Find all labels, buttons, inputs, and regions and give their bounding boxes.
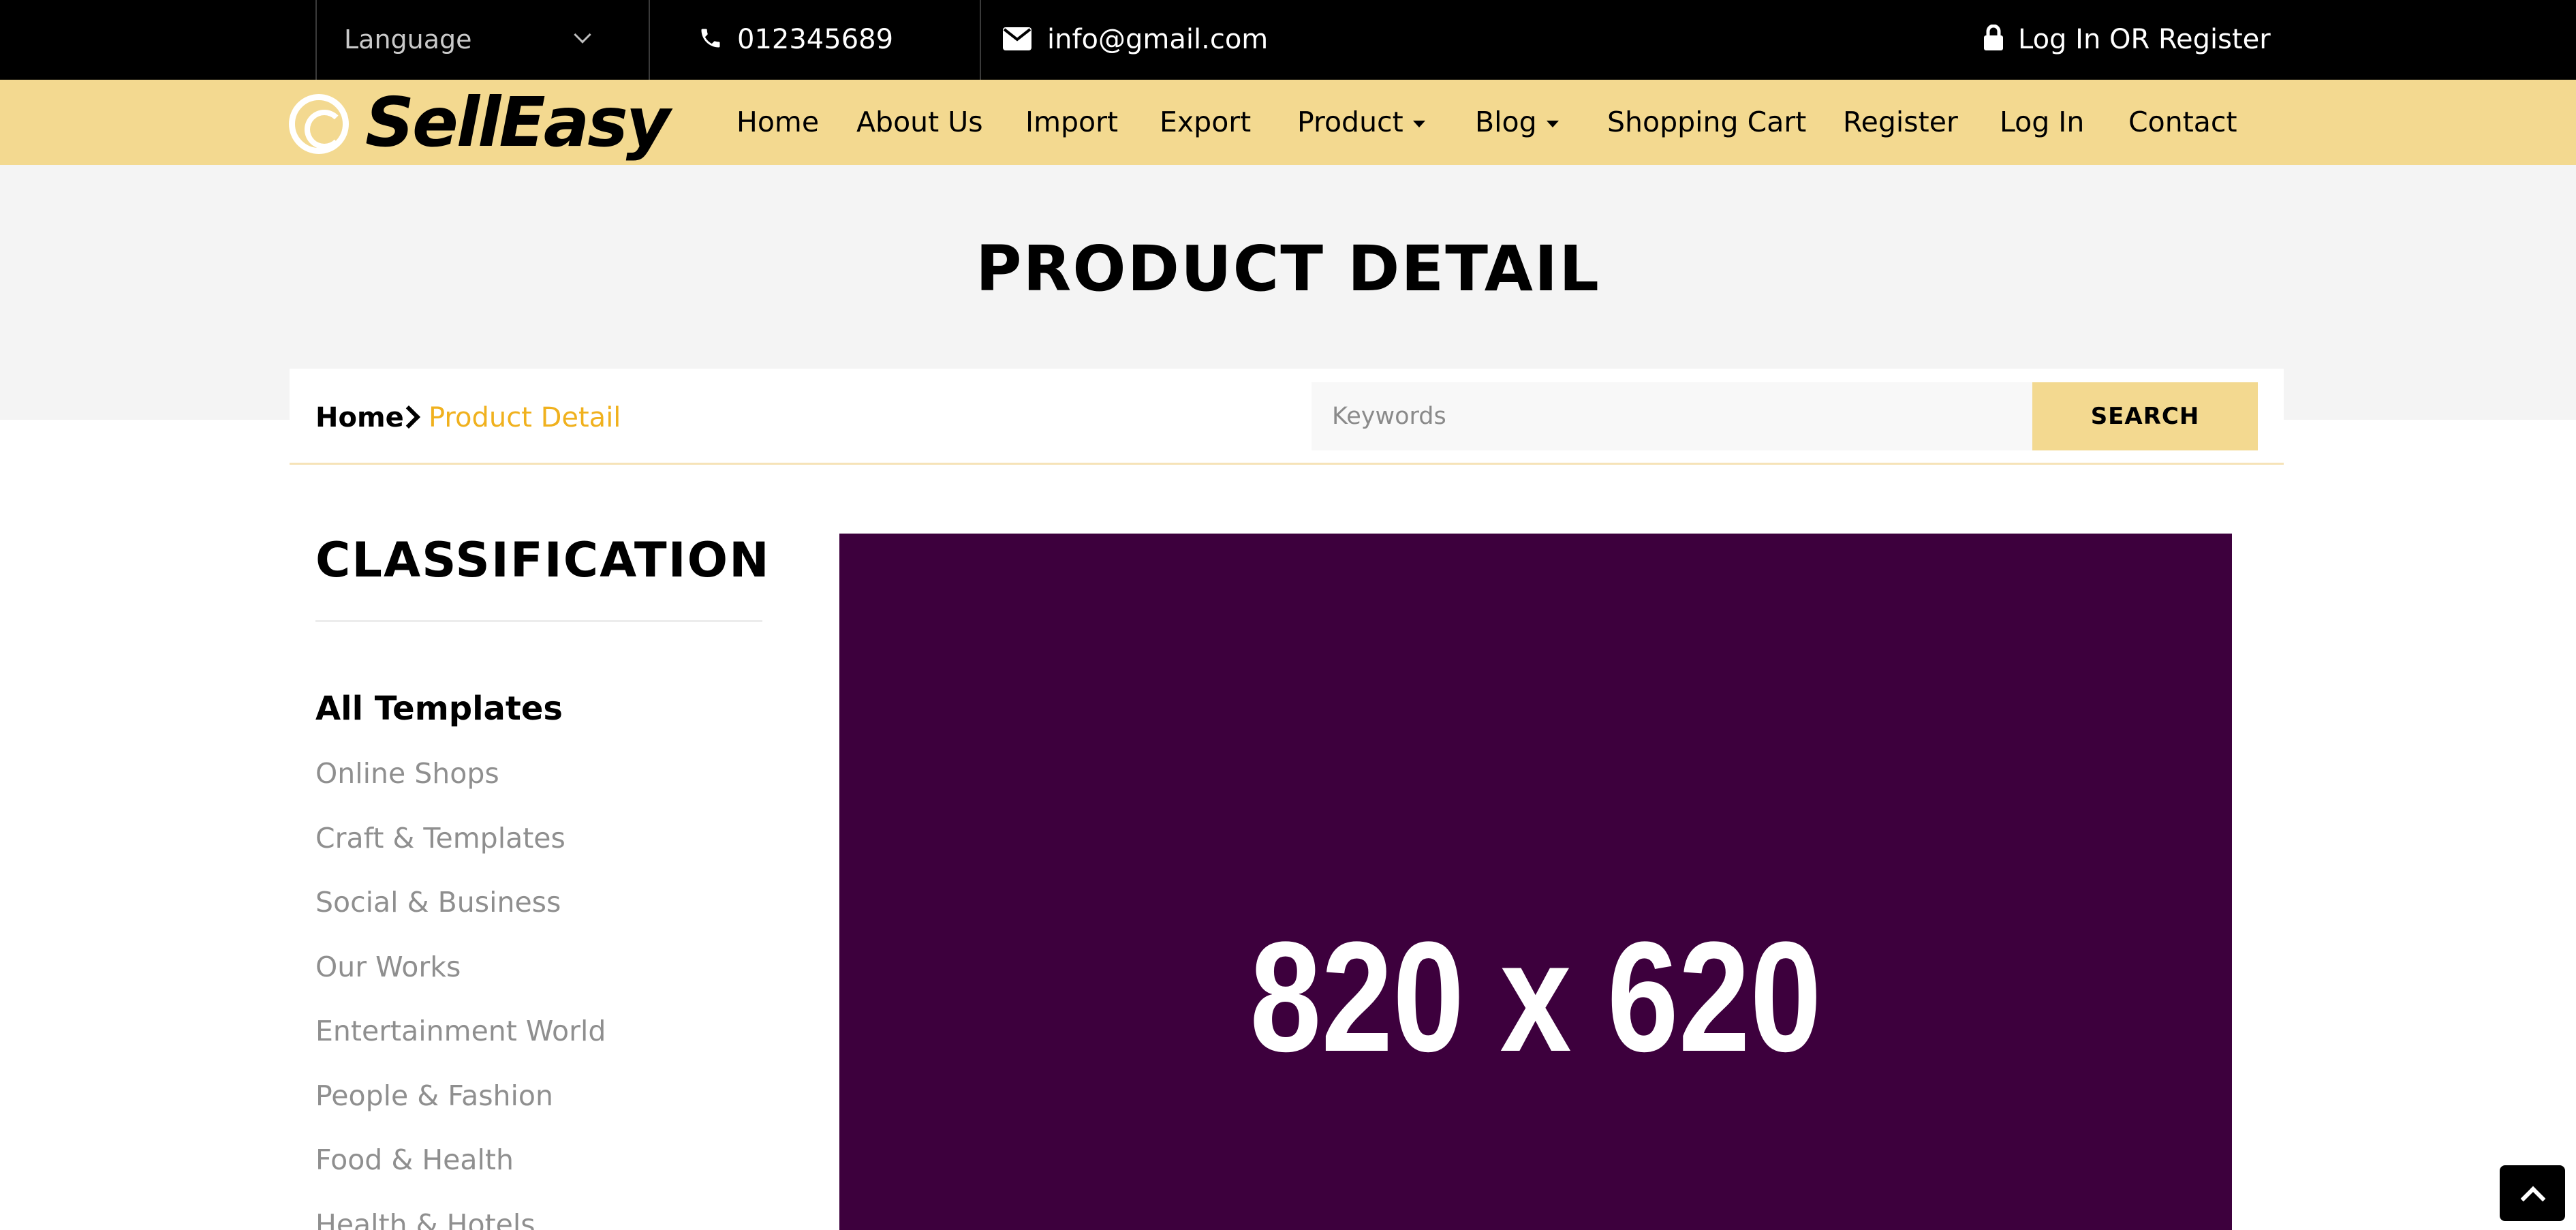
nav-item-product[interactable]: Product [1297, 80, 1425, 165]
nav-item-label: Register [1843, 106, 1958, 138]
phone-number[interactable]: 012345689 [737, 0, 893, 80]
category-item[interactable]: Our Works [315, 943, 606, 1008]
nav-item-export[interactable]: Export [1160, 80, 1251, 165]
nav-item-register[interactable]: Register [1843, 80, 1958, 165]
lock-icon [1984, 24, 2003, 53]
top-bar-divider [315, 0, 317, 80]
email-link[interactable]: info@gmail.com [1047, 0, 1268, 80]
category-item[interactable]: Craft & Templates [315, 814, 606, 879]
top-bar: Language 012345689 info@gmail.com Log In… [0, 0, 2576, 80]
brand-logo[interactable]: SellEasy [365, 80, 670, 165]
copyright-circle-icon[interactable] [289, 94, 349, 154]
search-input[interactable] [1312, 382, 2032, 450]
breadcrumb-home[interactable]: Home [315, 395, 404, 440]
nav-item-home[interactable]: Home [736, 80, 819, 165]
language-select[interactable]: Language [344, 0, 472, 80]
category-item[interactable]: People & Fashion [315, 1072, 606, 1137]
nav-item-label: Export [1160, 106, 1252, 138]
nav-item-contact[interactable]: Contact [2128, 80, 2237, 165]
top-bar-divider [980, 0, 981, 80]
category-item[interactable]: Food & Health [315, 1136, 606, 1201]
category-item[interactable]: Online Shops [315, 750, 606, 814]
image-size-label: 820 x 620 [1250, 909, 1822, 1084]
category-item[interactable]: Social & Business [315, 878, 606, 943]
divider [315, 620, 762, 622]
page-title: PRODUCT DETAIL [976, 232, 1600, 305]
login-register-link[interactable]: Log In OR Register [2018, 0, 2271, 80]
sidebar-title: CLASSIFICATION [315, 532, 771, 588]
product-image[interactable]: 820 x 620 [839, 534, 2232, 1230]
nav-item-label: About Us [856, 106, 983, 138]
category-list: Online Shops Craft & Templates Social & … [315, 750, 606, 1230]
nav-item-shopping-cart[interactable]: Shopping Cart [1607, 80, 1806, 165]
nav-item-about-us[interactable]: About Us [856, 80, 983, 165]
nav-item-blog[interactable]: Blog [1475, 80, 1559, 165]
nav-item-import[interactable]: Import [1025, 80, 1118, 165]
nav-item-label: Import [1025, 106, 1119, 138]
nav-item-log-in[interactable]: Log In [2000, 80, 2084, 165]
phone-icon [698, 26, 723, 53]
caret-down-icon [1412, 121, 1425, 127]
nav-item-label: Home [736, 106, 820, 138]
category-item[interactable]: Entertainment World [315, 1007, 606, 1072]
nav-item-label: Log In [2000, 106, 2085, 138]
search-button[interactable]: SEARCH [2032, 382, 2258, 450]
category-item[interactable]: Health & Hotels [315, 1201, 606, 1230]
nav-item-label: Shopping Cart [1607, 106, 1807, 138]
envelope-icon [1003, 27, 1031, 53]
breadcrumb-current: Product Detail [429, 402, 621, 433]
nav-item-label: Contact [2128, 106, 2237, 138]
chevron-down-icon[interactable] [574, 26, 591, 44]
nav-item-label: Blog [1475, 106, 1537, 138]
nav-item-label: Product [1297, 106, 1403, 138]
top-bar-divider [649, 0, 650, 80]
back-to-top-button[interactable] [2500, 1165, 2565, 1221]
caret-down-icon [1546, 121, 1559, 127]
category-all-templates[interactable]: All Templates [315, 685, 563, 733]
